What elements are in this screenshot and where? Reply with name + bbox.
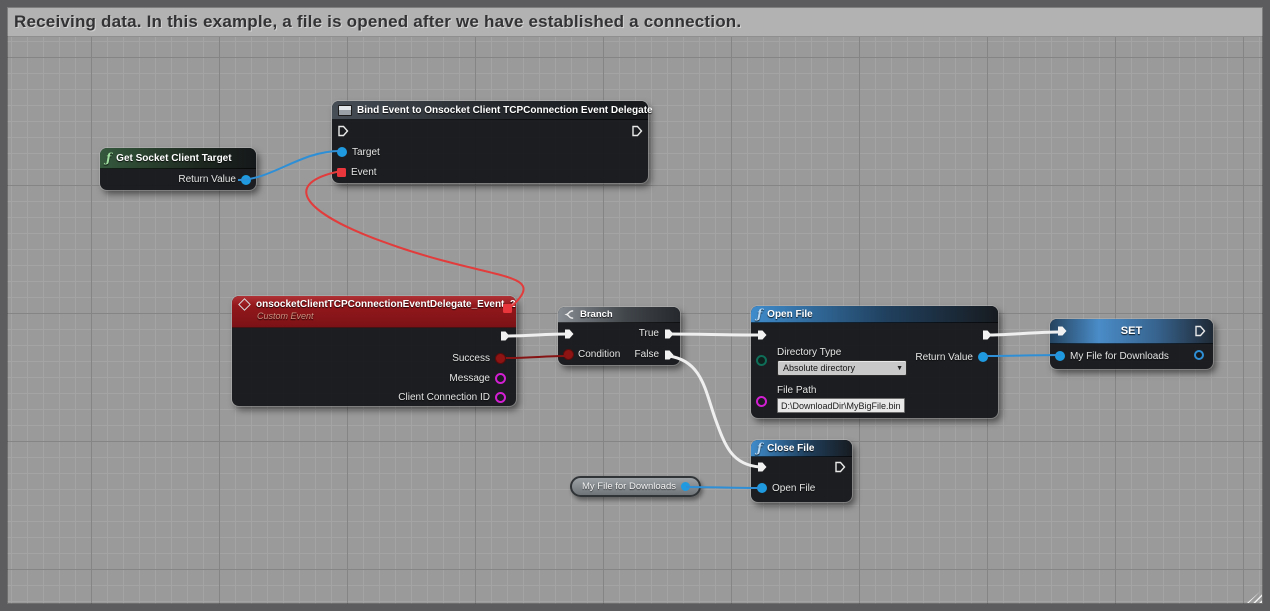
node-title: Bind Event to Onsocket Client TCPConnect… [357,105,653,116]
enum-pin-directory-type[interactable] [756,355,767,366]
node-bind-event-delegate[interactable]: Bind Event to Onsocket Client TCPConnect… [332,101,648,183]
string-pin-message[interactable] [495,373,506,384]
pin-label-event: Event [351,167,377,178]
node-subtitle: Custom Event [238,311,510,321]
exec-in-pin[interactable] [337,125,349,137]
pin-label-directory-type: Directory Type [777,347,907,358]
pin-label-file-path: File Path [777,385,905,396]
bind-event-icon [338,105,352,116]
node-title: SET [1121,325,1142,337]
function-icon: ƒ [106,153,111,163]
pin-label-true: True [639,328,659,339]
delegate-pin-event[interactable] [337,168,346,177]
exec-out-pin[interactable] [981,329,993,341]
node-header: onsocketClientTCPConnectionEventDelegate… [232,296,516,328]
node-custom-event[interactable]: onsocketClientTCPConnectionEventDelegate… [232,296,516,406]
string-pin-client-connection-id[interactable] [495,392,506,403]
wire-delegate-event-customevent [306,171,523,307]
pin-label-client-connection-id: Client Connection ID [398,392,490,403]
exec-out-false-pin[interactable] [663,349,675,361]
node-branch[interactable]: Branch True Condition False [558,307,680,365]
wire-layer [0,0,1270,611]
directory-type-value: Absolute directory [783,363,855,373]
pin-label-return-value: Return Value [915,352,973,363]
exec-in-pin[interactable] [1056,325,1068,337]
exec-in-pin[interactable] [563,328,575,340]
bool-pin-condition[interactable] [563,349,574,360]
exec-out-pin[interactable] [631,125,643,137]
object-pin-return-value[interactable] [978,352,988,362]
node-header: Branch [558,307,680,323]
object-pin-open-file[interactable] [757,483,767,493]
node-header: SET [1050,319,1213,344]
pin-label-variable: My File for Downloads [1070,351,1169,362]
exec-out-pin[interactable] [1194,325,1206,337]
node-get-socket-client-target[interactable]: ƒ Get Socket Client Target Return Value [100,148,256,190]
chevron-down-icon: ▼ [896,365,903,372]
object-pin-target[interactable] [337,147,347,157]
node-open-file[interactable]: ƒ Open File Directory Type Absolute dire… [751,306,998,418]
node-header: ƒ Close File [751,440,852,457]
pin-label-message: Message [449,373,490,384]
directory-type-dropdown[interactable]: Absolute directory ▼ [777,360,907,376]
exec-out-true-pin[interactable] [663,328,675,340]
comment-resize-handle[interactable] [1247,590,1262,603]
object-pin-var-out[interactable] [1194,350,1204,360]
node-title: onsocketClientTCPConnectionEventDelegate… [256,299,516,310]
node-set-my-file-for-downloads[interactable]: SET My File for Downloads [1050,319,1213,369]
object-pin-return-value[interactable] [241,175,251,185]
comment-header[interactable]: Receiving data. In this example, a file … [7,7,1263,37]
object-pin-getter-out[interactable] [681,482,690,491]
blueprint-graph-canvas[interactable]: Receiving data. In this example, a file … [0,0,1270,611]
file-path-input[interactable]: D:\DownloadDir\MyBigFile.bin [777,398,905,413]
custom-event-icon [238,298,251,311]
node-title: Get Socket Client Target [116,153,231,164]
node-header: ƒ Open File [751,306,998,323]
file-path-value: D:\DownloadDir\MyBigFile.bin [781,401,901,411]
function-icon: ƒ [757,443,762,453]
function-icon: ƒ [757,309,762,319]
pin-label-open-file: Open File [772,483,815,494]
pin-label-success: Success [452,353,490,364]
exec-out-pin[interactable] [834,461,846,473]
exec-in-pin[interactable] [756,329,768,341]
pin-label-target: Target [352,147,380,158]
string-pin-file-path[interactable] [756,396,767,407]
bool-pin-success[interactable] [495,353,506,364]
getter-label: My File for Downloads [582,481,676,492]
wire-exec-true-openfile [669,334,760,335]
exec-in-pin[interactable] [756,461,768,473]
pin-label-return-value: Return Value [178,174,236,185]
exec-out-pin[interactable] [499,330,511,342]
node-getter-my-file-for-downloads[interactable]: My File for Downloads [570,476,701,497]
node-title: Open File [767,309,813,320]
wire-exec-false-closefile [669,356,760,467]
pin-label-condition: Condition [578,349,620,360]
comment-title: Receiving data. In this example, a file … [7,12,741,32]
node-title: Close File [767,443,814,454]
delegate-pin-output[interactable] [503,304,512,313]
node-header: ƒ Get Socket Client Target [100,148,256,169]
node-close-file[interactable]: ƒ Close File Open File [751,440,852,502]
branch-icon [564,309,575,320]
node-header: Bind Event to Onsocket Client TCPConnect… [332,101,648,120]
pin-label-false: False [635,349,659,360]
node-title: Branch [580,309,613,320]
object-pin-var-in[interactable] [1055,351,1065,361]
